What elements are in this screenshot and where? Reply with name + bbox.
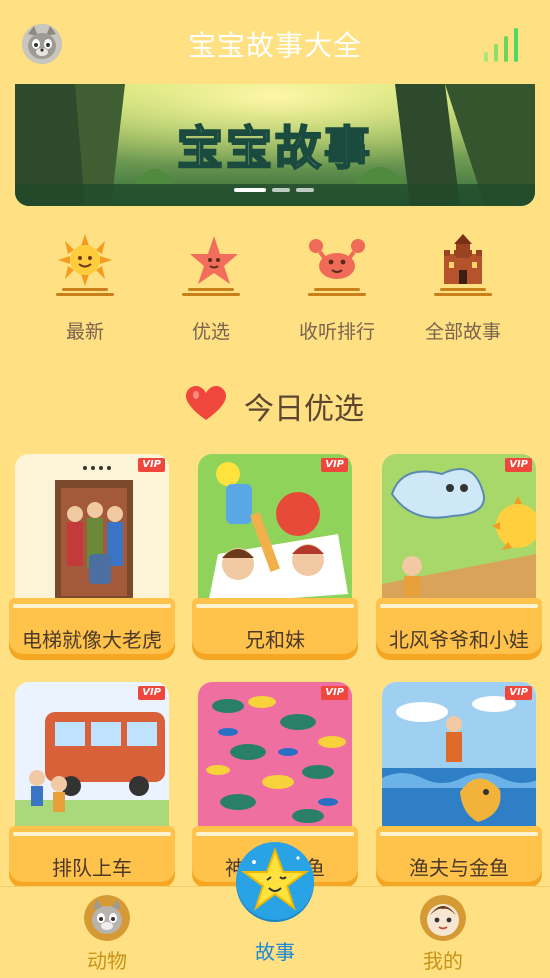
vip-badge: VIP xyxy=(321,458,348,472)
vip-badge: VIP xyxy=(321,686,348,700)
heart-icon xyxy=(186,386,226,420)
story-card[interactable]: VIP 北风爷爷和小娃 xyxy=(376,454,542,666)
story-card[interactable]: VIP 排队上车 xyxy=(9,682,175,894)
carousel-dot[interactable] xyxy=(272,188,290,192)
nav-item-stories[interactable] xyxy=(236,842,314,920)
vip-badge: VIP xyxy=(138,686,165,700)
star-face-icon xyxy=(240,847,310,911)
page-title: 宝宝故事大全 xyxy=(187,29,362,62)
cat-face-icon xyxy=(84,895,130,941)
story-title: 北风爷爷和小娃 xyxy=(389,628,529,652)
section-header: 今日优选 xyxy=(0,382,550,427)
starfish-icon xyxy=(182,236,240,296)
story-thumbnail xyxy=(382,454,536,606)
app-header: 宝宝故事大全 xyxy=(0,0,550,84)
category-ranking[interactable]: 收听排行 xyxy=(282,228,392,346)
story-title: 兄和妹 xyxy=(245,628,305,652)
nav-item-stories-label[interactable]: 故事 xyxy=(235,936,315,965)
sun-icon xyxy=(56,234,114,296)
story-thumbnail xyxy=(198,454,352,606)
vip-badge: VIP xyxy=(138,458,165,472)
story-card[interactable]: VIP 兄和妹 xyxy=(192,454,358,666)
banner-title: 宝宝故事 xyxy=(176,120,373,176)
category-row: 最新 优选 收听排行 全部故事 xyxy=(0,228,550,348)
nav-item-animals[interactable]: 动物 xyxy=(47,887,167,978)
nav-item-mine[interactable]: 我的 xyxy=(383,887,503,978)
vip-badge: VIP xyxy=(505,458,532,472)
category-featured[interactable]: 优选 xyxy=(156,228,266,346)
castle-icon xyxy=(434,234,492,296)
carousel-dot-active[interactable] xyxy=(234,188,266,192)
baby-face-icon xyxy=(420,895,466,941)
story-card[interactable]: VIP 电梯就像大老虎 xyxy=(9,454,175,666)
section-title: 今日优选 xyxy=(244,392,364,427)
story-thumbnail xyxy=(15,682,169,834)
carousel-dot[interactable] xyxy=(296,188,314,192)
vip-badge: VIP xyxy=(505,686,532,700)
story-title: 电梯就像大老虎 xyxy=(22,628,162,652)
story-title: 渔夫与金鱼 xyxy=(409,856,509,880)
story-thumbnail xyxy=(198,682,352,834)
story-title: 排队上车 xyxy=(52,856,132,880)
crab-icon xyxy=(308,239,366,296)
story-thumbnail xyxy=(382,682,536,834)
category-latest[interactable]: 最新 xyxy=(30,228,140,346)
story-card[interactable]: VIP 渔夫与金鱼 xyxy=(376,682,542,894)
category-all[interactable]: 全部故事 xyxy=(408,228,518,346)
signal-bars-icon[interactable] xyxy=(484,22,528,62)
carousel-indicator xyxy=(0,188,550,194)
story-thumbnail xyxy=(15,454,169,606)
